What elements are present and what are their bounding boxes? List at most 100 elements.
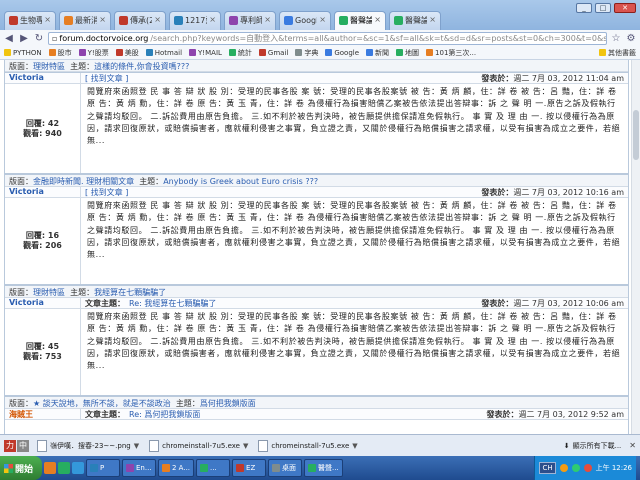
taskbar-window-button[interactable]: EZ [232, 459, 267, 477]
bookmark-item[interactable]: Y!MAIL [189, 48, 222, 58]
download-item[interactable]: 嶺伊嘆．搜春-23~~.png ▼ [37, 439, 139, 452]
browser-tab[interactable]: Google 新聞...× [279, 11, 331, 30]
close-tab-icon[interactable]: × [319, 15, 326, 24]
bookmark-item[interactable]: 統計 [228, 48, 252, 58]
forum-link[interactable]: 理財特區 [33, 288, 65, 297]
topic-link[interactable]: 這樣的條件,你會投資嗎??? [94, 62, 189, 71]
result-crumb: 版面：★ 談天說地，無所不談，就是不談政治 主題：爲何把我鎖版面 [5, 397, 628, 409]
tray-icon[interactable] [583, 464, 592, 472]
bookmark-favicon-icon [366, 49, 374, 56]
url-host: forum.doctorvoice.org [59, 33, 149, 43]
favicon-icon [119, 16, 128, 25]
bookmark-item[interactable]: 股市 [48, 48, 72, 58]
reply-count: 42 [47, 118, 60, 128]
close-shelf-icon[interactable]: ✕ [629, 441, 636, 450]
taskbar-window-button[interactable]: 醫聲... [304, 459, 343, 477]
close-window-button[interactable]: ✕ [614, 3, 636, 13]
bookmark-item[interactable]: PYTHON [4, 48, 42, 58]
ime-toolbar[interactable]: 力中 [4, 439, 29, 452]
reply-subject-link[interactable]: Re: 我經算在七顆騙騙了 [129, 298, 216, 308]
bookmark-item[interactable]: Y!股票 [78, 48, 109, 58]
bookmark-favicon-icon [115, 49, 123, 56]
browser-tab[interactable]: 醫聲論壇× [334, 11, 386, 30]
post-author[interactable]: 海賊王 [5, 409, 81, 419]
bookmark-item[interactable]: Hotmail [145, 48, 182, 58]
result-post-2: 版面：金融即時新聞. 理財相關文章 主題：Anybody is Greek ab… [4, 174, 629, 285]
download-item[interactable]: chromeinstall-7u5.exe ▼ [258, 439, 358, 452]
close-tab-icon[interactable]: × [374, 15, 381, 24]
forward-arrow-icon[interactable]: ▶ [18, 33, 30, 44]
browser-tab-strip: 生物專家論...×最新消息 sci...×傳承(2317)...×1217愛之鍵… [0, 0, 640, 30]
address-bar[interactable]: ▫ forum.doctorvoice.org/search.php?keywo… [48, 31, 607, 45]
close-tab-icon[interactable]: × [44, 15, 51, 24]
close-tab-icon[interactable]: × [99, 15, 106, 24]
result-partial: 版面：理財特區 主題：這樣的條件,你會投資嗎??? [4, 60, 629, 72]
close-tab-icon[interactable]: × [209, 15, 216, 24]
maximize-button[interactable]: □ [595, 3, 611, 13]
topic-link[interactable]: 我經算在七顆騙騙了 [94, 288, 166, 297]
browser-tab[interactable]: 最新消息 sci...× [59, 11, 111, 30]
wrench-icon[interactable]: ⚙ [625, 33, 637, 44]
bookmark-favicon-icon [4, 49, 11, 56]
forum-link[interactable]: 金融即時新聞. 理財相關文章 [33, 177, 134, 186]
browser-tab[interactable]: 1217愛之鍵...× [169, 11, 221, 30]
forum-link[interactable]: ★ 談天說地，無所不談，就是不談政治 [33, 399, 171, 408]
show-all-downloads[interactable]: ⬇ 顯示所有下載... [564, 441, 622, 451]
star-icon[interactable]: ☆ [610, 33, 622, 44]
browser-tab[interactable]: 傳承(2317)...× [114, 11, 166, 30]
bookmark-item[interactable]: Gmail [258, 48, 288, 58]
bookmark-item[interactable]: 新聞 [366, 48, 389, 58]
chevron-down-icon[interactable]: ▼ [134, 442, 139, 450]
post-date: 發表於：週二 7月 03, 2012 11:04 am [481, 74, 624, 83]
start-button[interactable]: 開始 [0, 456, 42, 480]
bookmark-favicon-icon [258, 49, 266, 56]
taskbar-window-button[interactable]: En... [122, 459, 156, 477]
reload-icon[interactable]: ↻ [33, 33, 45, 44]
bookmark-item[interactable]: 101第三次... [426, 48, 476, 58]
file-icon [258, 439, 269, 452]
bookmark-favicon-icon [78, 49, 86, 56]
find-posts-link[interactable]: [ 找到文章 ] [85, 187, 128, 197]
quicklaunch-icon[interactable] [58, 462, 70, 474]
bookmark-item[interactable]: Google [325, 48, 359, 58]
bookmark-item[interactable]: 字典 [295, 48, 318, 58]
post-author[interactable]: Victoria [5, 187, 81, 197]
tray-icon[interactable] [571, 464, 580, 472]
minimize-button[interactable]: _ [576, 3, 592, 13]
reply-subject-link[interactable]: Re: 爲何把我鎖版面 [129, 409, 200, 419]
download-item[interactable]: chromeinstall-7u5.exe ▼ [149, 439, 248, 452]
language-indicator[interactable]: CH [539, 462, 556, 474]
chevron-down-icon[interactable]: ▼ [352, 442, 357, 450]
post-header: 海賊王 文章主題： Re: 爲何把我鎖版面 發表於：週二 7月 03, 2012… [5, 409, 628, 420]
taskbar-window-button[interactable]: 桌面 [268, 459, 303, 477]
browser-tab[interactable]: 醫聲論壇× [389, 11, 441, 30]
app-icon [236, 464, 245, 472]
quicklaunch-icon[interactable] [72, 462, 84, 474]
favicon-icon [64, 16, 73, 25]
scrollbar-thumb[interactable] [633, 110, 639, 160]
view-count: 753 [45, 352, 62, 361]
browser-tab[interactable]: 生物專家論...× [4, 11, 56, 30]
close-tab-icon[interactable]: × [264, 15, 271, 24]
topic-link[interactable]: Anybody is Greek about Euro crisis ??? [163, 177, 318, 186]
browser-tab[interactable]: 專利師考試...× [224, 11, 276, 30]
taskbar-window-button[interactable]: 2 A... [158, 459, 195, 477]
post-author[interactable]: Victoria [5, 298, 81, 308]
topic-link[interactable]: 爲何把我鎖版面 [200, 399, 256, 408]
bookmark-item[interactable]: 美股 [115, 48, 139, 58]
taskbar-window-button[interactable]: P [86, 459, 120, 477]
page-scrollbar[interactable] [631, 60, 640, 434]
quicklaunch-icon[interactable] [44, 462, 56, 474]
bookmark-item[interactable]: 地圖 [396, 48, 419, 58]
chevron-down-icon[interactable]: ▼ [243, 442, 248, 450]
taskbar-window-button[interactable]: ... [196, 459, 231, 477]
close-tab-icon[interactable]: × [154, 15, 161, 24]
close-tab-icon[interactable]: × [429, 15, 436, 24]
back-arrow-icon[interactable]: ◀ [3, 33, 15, 44]
post-author[interactable]: Victoria [5, 73, 81, 83]
forum-link[interactable]: 理財特區 [33, 62, 65, 71]
bookmark-favicon-icon [189, 49, 197, 56]
tray-icon[interactable] [559, 464, 568, 472]
bookmark-other[interactable]: 其他書籤 [599, 48, 636, 58]
find-posts-link[interactable]: [ 找到文章 ] [85, 73, 128, 83]
